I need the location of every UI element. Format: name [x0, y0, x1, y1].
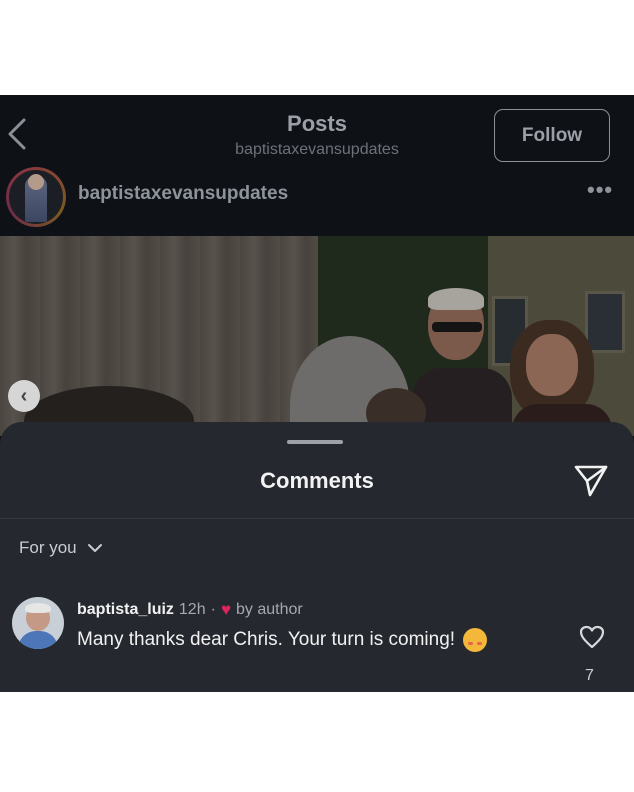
- post-header: Posts baptistaxevansupdates Follow bapti…: [0, 95, 634, 236]
- meta-separator: ·: [210, 601, 216, 618]
- follow-button[interactable]: Follow: [494, 109, 610, 162]
- carousel-prev-button[interactable]: ‹: [8, 380, 40, 412]
- share-button[interactable]: [573, 462, 609, 498]
- post-photo[interactable]: ‹: [0, 236, 634, 436]
- like-count: 7: [585, 667, 594, 684]
- divider: [0, 518, 634, 519]
- comment-meta: baptista_luiz 12h · ♥ by author: [77, 600, 303, 620]
- comments-sheet: Comments For you baptista_luiz 12h · ♥ b…: [0, 422, 634, 692]
- woman-face: [526, 334, 578, 396]
- comment-time: 12h: [178, 601, 206, 618]
- profile-avatar[interactable]: [6, 167, 66, 227]
- chevron-down-icon: [87, 544, 102, 552]
- avatar-hair: [25, 603, 51, 613]
- by-author-label: by author: [236, 601, 303, 618]
- smiling-face-with-hearts-icon: [463, 628, 488, 652]
- sheet-drag-handle[interactable]: [287, 440, 343, 444]
- comment-filter-dropdown[interactable]: For you: [19, 538, 103, 558]
- comment-text: Many thanks dear Chris. Your turn is com…: [77, 628, 488, 652]
- post-username[interactable]: baptistaxevansupdates: [78, 183, 288, 205]
- comment-body: Many thanks dear Chris. Your turn is com…: [77, 629, 456, 650]
- man-sunglasses: [432, 322, 482, 332]
- photo-person-woman: [510, 320, 612, 436]
- author-heart-icon: ♥: [220, 600, 232, 619]
- man-hair: [428, 288, 484, 310]
- filter-label: For you: [19, 538, 77, 557]
- chevron-left-icon: ‹: [20, 384, 28, 407]
- photo-person-man: [412, 288, 512, 436]
- avatar-image: [9, 170, 63, 224]
- heart-outline-icon: [579, 625, 605, 649]
- instagram-post-view: Posts baptistaxevansupdates Follow bapti…: [0, 95, 634, 692]
- commenter-username[interactable]: baptista_luiz: [77, 601, 174, 619]
- send-icon: [574, 465, 608, 497]
- more-options-icon[interactable]: •••: [587, 177, 613, 203]
- avatar-head: [28, 174, 44, 190]
- like-comment-button[interactable]: [579, 625, 605, 649]
- comments-title: Comments: [260, 468, 374, 493]
- commenter-avatar[interactable]: [12, 597, 64, 649]
- avatar-body: [18, 631, 58, 649]
